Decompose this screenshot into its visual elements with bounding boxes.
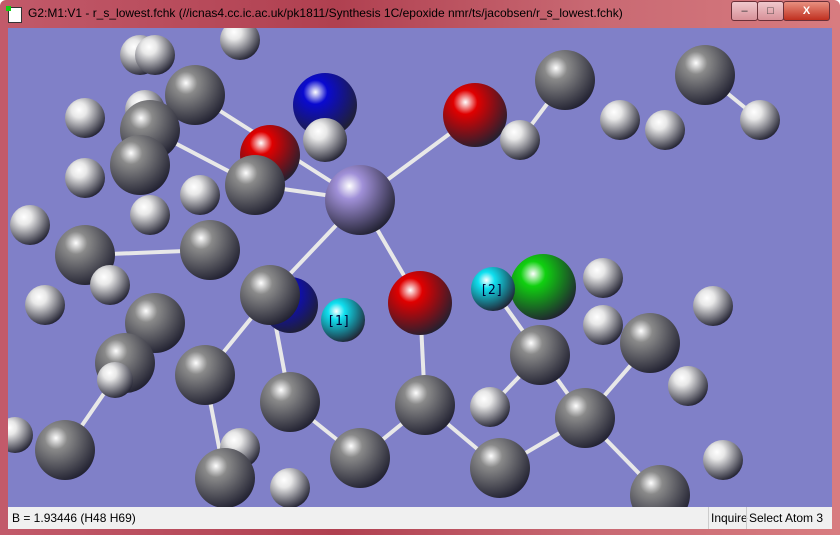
hydrogen-atom[interactable] xyxy=(583,258,623,298)
oxygen-atom[interactable] xyxy=(443,83,507,147)
hydrogen-atom[interactable] xyxy=(470,387,510,427)
metal-atom[interactable] xyxy=(325,165,395,235)
carbon-atom[interactable] xyxy=(675,45,735,105)
carbon-atom[interactable] xyxy=(470,438,530,498)
hydrogen-atom[interactable] xyxy=(65,98,105,138)
close-button[interactable]: X xyxy=(783,1,830,21)
hydrogen-atom[interactable] xyxy=(703,440,743,480)
carbon-atom[interactable] xyxy=(225,155,285,215)
carbon-atom[interactable] xyxy=(535,50,595,110)
hydrogen-atom[interactable] xyxy=(25,285,65,325)
hydrogen-atom[interactable] xyxy=(740,100,780,140)
status-measurement: B = 1.93446 (H48 H69) xyxy=(12,511,136,525)
title-bar[interactable]: G2:M1:V1 - r_s_lowest.fchk (//icnas4.cc.… xyxy=(0,0,840,28)
oxygen-atom[interactable] xyxy=(388,271,452,335)
hydrogen-atom[interactable] xyxy=(97,362,133,398)
hydrogen-atom[interactable] xyxy=(135,35,175,75)
carbon-atom[interactable] xyxy=(175,345,235,405)
maximize-button[interactable]: □ xyxy=(757,1,784,21)
carbon-atom[interactable] xyxy=(195,448,255,507)
atom-label-1: [1] xyxy=(327,314,350,329)
carbon-atom[interactable] xyxy=(260,372,320,432)
hydrogen-atom[interactable] xyxy=(668,366,708,406)
window-title: G2:M1:V1 - r_s_lowest.fchk (//icnas4.cc.… xyxy=(28,6,623,20)
hydrogen-atom[interactable] xyxy=(270,468,310,507)
hydrogen-atom[interactable] xyxy=(90,265,130,305)
hydrogen-atom[interactable] xyxy=(693,286,733,326)
molecule-view[interactable]: [1] [2] xyxy=(8,28,832,507)
hydrogen-atom[interactable] xyxy=(303,118,347,162)
minimize-button[interactable]: – xyxy=(731,1,758,21)
carbon-atom[interactable] xyxy=(330,428,390,488)
carbon-atom[interactable] xyxy=(180,220,240,280)
hydrogen-atom[interactable] xyxy=(600,100,640,140)
carbon-atom[interactable] xyxy=(620,313,680,373)
carbon-atom[interactable] xyxy=(555,388,615,448)
hydrogen-atom[interactable] xyxy=(130,195,170,235)
hydrogen-atom[interactable] xyxy=(8,417,33,453)
app-icon xyxy=(6,6,22,23)
status-mode: Inquire xyxy=(708,507,748,529)
hydrogen-atom[interactable] xyxy=(10,205,50,245)
hydrogen-atom[interactable] xyxy=(65,158,105,198)
window: G2:M1:V1 - r_s_lowest.fchk (//icnas4.cc.… xyxy=(0,0,840,535)
hydrogen-atom[interactable] xyxy=(645,110,685,150)
status-bar: B = 1.93446 (H48 H69) Inquire Select Ato… xyxy=(8,507,832,529)
hydrogen-atom[interactable] xyxy=(500,120,540,160)
atom-label-2: [2] xyxy=(480,283,503,298)
carbon-atom[interactable] xyxy=(240,265,300,325)
chlorine-atom[interactable] xyxy=(510,254,576,320)
carbon-atom[interactable] xyxy=(510,325,570,385)
carbon-atom[interactable] xyxy=(110,135,170,195)
hydrogen-atom[interactable] xyxy=(180,175,220,215)
carbon-atom[interactable] xyxy=(35,420,95,480)
status-selection: Select Atom 3 xyxy=(746,507,823,529)
molecule-viewport[interactable]: [1] [2] xyxy=(8,28,832,507)
hydrogen-atom[interactable] xyxy=(583,305,623,345)
carbon-atom[interactable] xyxy=(395,375,455,435)
hydrogen-atom[interactable] xyxy=(220,28,260,60)
